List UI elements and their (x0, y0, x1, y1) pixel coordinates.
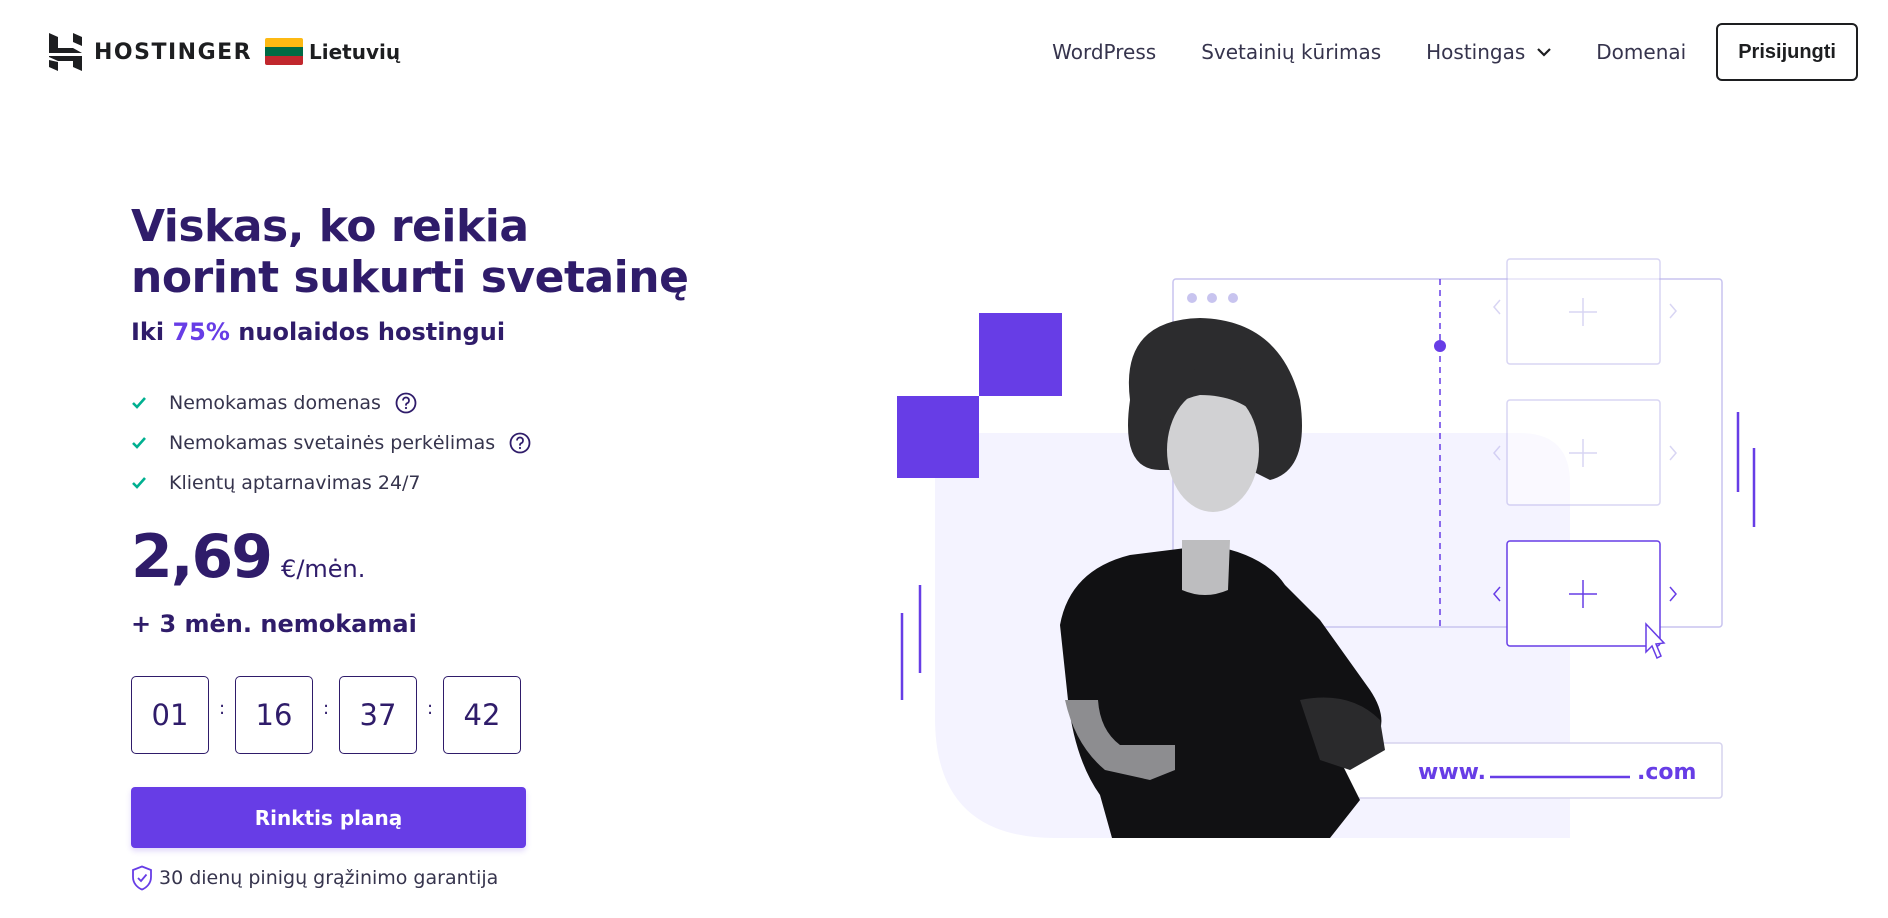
timer-separator: : (426, 698, 434, 719)
hero-illustration (897, 258, 1756, 838)
subtitle-prefix: Iki (131, 318, 173, 346)
price: 2,69 €/mėn. (131, 522, 365, 592)
help-icon[interactable] (395, 392, 417, 414)
choose-plan-button[interactable]: Rinktis planą (131, 787, 526, 848)
login-button[interactable]: Prisijungti (1716, 23, 1858, 81)
timer-hours: 16 (235, 676, 313, 754)
nav-website-builder[interactable]: Svetainių kūrimas (1201, 40, 1381, 64)
site-header: HOSTINGER Lietuvių WordPress Svetainių k… (0, 0, 1888, 106)
feature-item: Klientų aptarnavimas 24/7 (131, 463, 531, 503)
feature-label: Nemokamas domenas (169, 392, 381, 414)
hero-title: Viskas, ko reikia norint sukurti svetain… (131, 201, 689, 303)
brand-name: HOSTINGER (94, 39, 253, 65)
nav-hosting-label: Hostingas (1426, 40, 1526, 64)
guarantee-text: 30 dienų pinigų grąžinimo garantija (159, 867, 499, 889)
free-months-label: + 3 mėn. nemokamai (131, 610, 417, 638)
hero-subtitle: Iki 75% nuolaidos hostingui (131, 318, 505, 346)
hostinger-logo-icon (49, 33, 82, 71)
language-selector[interactable]: Lietuvių (265, 38, 400, 65)
domain-prefix: www. (1418, 760, 1486, 785)
divider-dot (1434, 340, 1446, 352)
feature-item: Nemokamas svetainės perkėlimas (131, 423, 531, 463)
feature-list: Nemokamas domenas Nemokamas svetainės pe… (131, 383, 531, 503)
timer-seconds: 42 (443, 676, 521, 754)
purple-square-top (979, 313, 1062, 396)
purple-square-bottom (897, 396, 979, 478)
countdown-timer: 01 : 16 : 37 : 42 (131, 676, 521, 754)
main-nav: WordPress Svetainių kūrimas Hostingas Do… (1052, 22, 1858, 82)
check-icon (131, 435, 147, 451)
nav-hosting[interactable]: Hostingas (1426, 40, 1552, 64)
language-label: Lietuvių (309, 39, 401, 64)
price-value: 2,69 (131, 522, 273, 592)
help-icon[interactable] (509, 432, 531, 454)
template-card (1493, 399, 1677, 506)
feature-label: Klientų aptarnavimas 24/7 (169, 472, 421, 494)
template-card (1493, 258, 1677, 365)
nav-domains[interactable]: Domenai (1596, 40, 1686, 64)
price-unit: €/mėn. (281, 555, 366, 583)
browser-dot (1187, 293, 1197, 303)
hostinger-logo[interactable]: HOSTINGER (49, 33, 252, 71)
feature-item: Nemokamas domenas (131, 383, 531, 423)
nav-wordpress[interactable]: WordPress (1052, 40, 1156, 64)
feature-label: Nemokamas svetainės perkėlimas (169, 432, 496, 454)
browser-dot (1207, 293, 1217, 303)
money-back-guarantee: 30 dienų pinigų grąžinimo garantija (131, 865, 498, 891)
timer-separator: : (322, 698, 330, 719)
lithuania-flag-icon (265, 38, 303, 65)
domain-suffix: .com (1637, 760, 1697, 785)
timer-separator: : (218, 698, 226, 719)
subtitle-suffix: nuolaidos hostingui (229, 318, 506, 346)
shield-check-icon (131, 865, 153, 891)
timer-minutes: 37 (339, 676, 417, 754)
timer-days: 01 (131, 676, 209, 754)
check-icon (131, 475, 147, 491)
chevron-down-icon (1537, 47, 1552, 57)
check-icon (131, 395, 147, 411)
browser-dot (1228, 293, 1238, 303)
discount-percentage: 75% (172, 318, 230, 346)
